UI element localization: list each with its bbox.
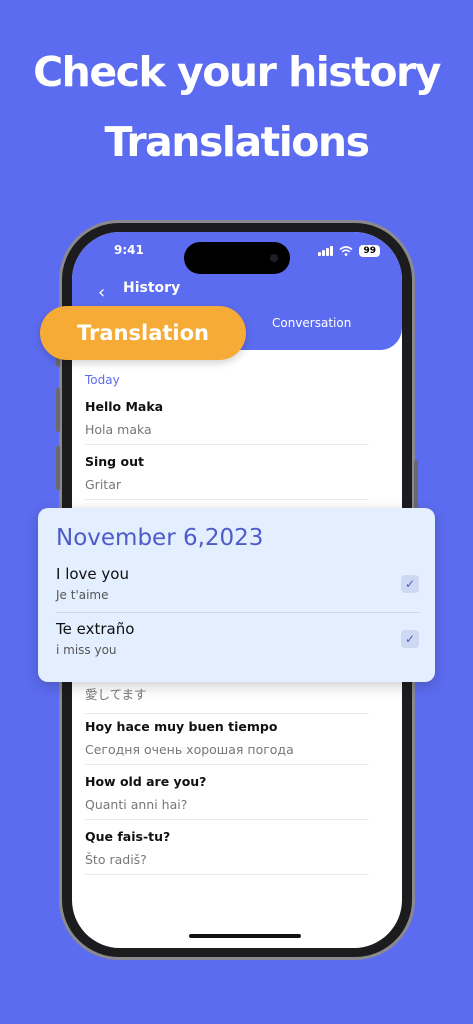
card-item[interactable]: Te extraño i miss you ✓	[56, 620, 419, 657]
card-date: November 6,2023	[56, 525, 264, 551]
history-target: Quanti anni hai?	[85, 797, 188, 812]
history-item[interactable]: Hoy hace muy buen tiempo Сегодня очень х…	[85, 719, 369, 765]
headline-line-2: Translations	[104, 118, 370, 166]
checkmark-icon[interactable]: ✓	[401, 630, 419, 648]
divider	[56, 612, 419, 613]
card-item[interactable]: I love you Je t'aime ✓	[56, 565, 419, 602]
history-item[interactable]: 愛してます	[85, 684, 369, 714]
status-icons: 99	[318, 245, 380, 257]
history-item[interactable]: Sing out Gritar	[85, 454, 369, 500]
checkmark-icon[interactable]: ✓	[401, 575, 419, 593]
history-target: Gritar	[85, 477, 121, 492]
chevron-left-icon[interactable]: ‹	[98, 282, 105, 303]
history-target: 愛してます	[85, 687, 147, 702]
battery-icon: 99	[359, 245, 380, 257]
history-target: Što radiš?	[85, 852, 147, 867]
signal-icon	[318, 246, 334, 256]
dynamic-island	[184, 242, 290, 274]
history-source: Que fais-tu?	[85, 829, 171, 844]
card-source: Te extraño	[56, 620, 135, 638]
history-source: Hello Maka	[85, 399, 164, 414]
home-indicator	[189, 934, 301, 938]
tab-translation[interactable]: Translation	[40, 306, 246, 360]
history-item[interactable]: Que fais-tu? Što radiš?	[85, 829, 369, 875]
headline-line-1: Check your history	[33, 48, 441, 96]
page-title: History	[123, 280, 181, 296]
history-item[interactable]: How old are you? Quanti anni hai?	[85, 774, 369, 820]
history-target: Hola maka	[85, 422, 152, 437]
history-source: Sing out	[85, 454, 144, 469]
date-card: November 6,2023 I love you Je t'aime ✓ T…	[38, 508, 435, 682]
history-item[interactable]: Hello Maka Hola maka	[85, 399, 369, 445]
card-target: i miss you	[56, 643, 117, 657]
history-source: How old are you?	[85, 774, 207, 789]
camera-dot	[270, 254, 278, 262]
card-source: I love you	[56, 565, 129, 583]
status-time: 9:41	[114, 243, 144, 257]
tab-conversation[interactable]: Conversation	[272, 316, 351, 330]
history-source: Hoy hace muy buen tiempo	[85, 719, 278, 734]
wifi-icon	[339, 246, 353, 256]
card-target: Je t'aime	[56, 588, 109, 602]
history-target: Сегодня очень хорошая погода	[85, 742, 294, 757]
volume-up-button	[56, 388, 60, 432]
volume-down-button	[56, 446, 60, 490]
section-label-today: Today	[85, 373, 120, 387]
